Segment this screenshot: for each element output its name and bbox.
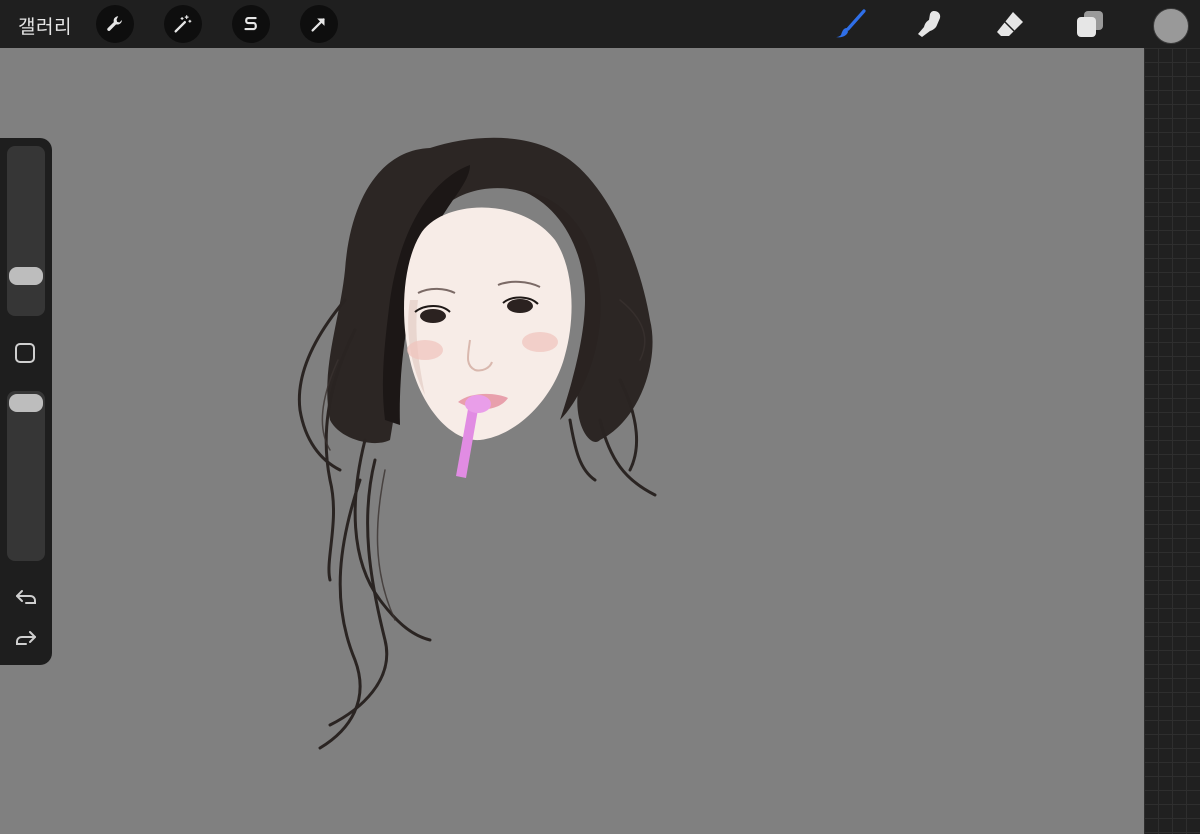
sidebar <box>0 138 52 665</box>
brush-icon[interactable] <box>833 6 869 42</box>
magic-wand-icon[interactable] <box>164 5 202 43</box>
smudge-finger-icon[interactable] <box>912 6 948 42</box>
brush-size-slider[interactable] <box>7 146 45 316</box>
color-swatch[interactable] <box>1153 8 1189 44</box>
undo-icon[interactable] <box>12 584 40 610</box>
layers-icon[interactable] <box>1072 6 1108 42</box>
opacity-slider[interactable] <box>7 391 45 561</box>
brush-size-thumb[interactable] <box>9 267 43 285</box>
top-toolbar: 갤러리 <box>0 0 1200 48</box>
redo-icon[interactable] <box>12 625 40 651</box>
eraser-icon[interactable] <box>992 6 1028 42</box>
drawing-canvas[interactable] <box>0 48 1144 834</box>
selection-s-icon[interactable] <box>232 5 270 43</box>
gallery-button[interactable]: 갤러리 <box>18 12 72 39</box>
portrait-artwork <box>297 137 657 750</box>
opacity-thumb[interactable] <box>9 394 43 412</box>
wrench-icon[interactable] <box>96 5 134 43</box>
arrow-cursor-icon[interactable] <box>300 5 338 43</box>
square-icon[interactable] <box>15 343 35 363</box>
reference-grid <box>1144 48 1200 834</box>
